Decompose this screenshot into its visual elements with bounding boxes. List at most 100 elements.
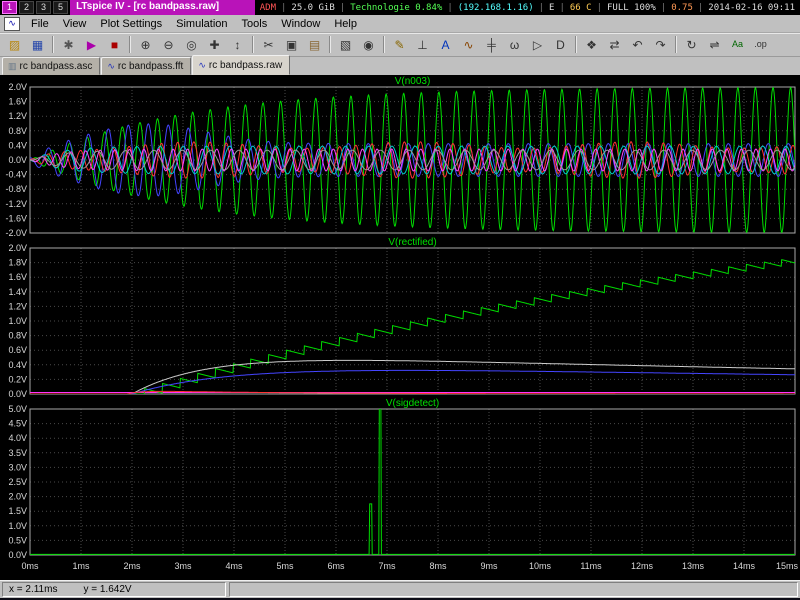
y-tick-label: 1.2V: [8, 111, 27, 121]
paste-button[interactable]: ▤: [303, 34, 326, 55]
trace-v-n003[interactable]: [30, 88, 795, 233]
menu-item-window[interactable]: Window: [274, 17, 327, 31]
zoom-back-button[interactable]: ⊖: [157, 34, 180, 55]
y-tick-label: 0.4V: [8, 360, 27, 370]
component-button[interactable]: D: [549, 34, 572, 55]
y-tick-label: 3.0V: [8, 462, 27, 472]
mirror-button[interactable]: ⇌: [703, 34, 726, 55]
status-separator: |: [559, 3, 564, 13]
menu-bar: ∿ FileViewPlot SettingsSimulationToolsWi…: [0, 15, 800, 33]
trace-trace-blue-envelope[interactable]: [30, 370, 795, 394]
menu-item-file[interactable]: File: [24, 17, 56, 31]
x-tick-label: 7ms: [378, 561, 396, 571]
y-tick-label: 0.6V: [8, 345, 27, 355]
spice-directive-button[interactable]: .op: [749, 34, 772, 55]
x-tick-label: 5ms: [276, 561, 294, 571]
waveform-plot-svg: 2.0V1.6V1.2V0.8V0.4V0.0V-0.4V-0.8V-1.2V-…: [0, 75, 800, 580]
system-status-area: ADM|25.0 GiB|Technologie 0.84%|(192.168.…: [255, 0, 800, 15]
trace-v-rectified[interactable]: [30, 260, 795, 394]
find-button[interactable]: ◉: [357, 34, 380, 55]
menu-item-view[interactable]: View: [56, 17, 94, 31]
halt-button[interactable]: ■: [103, 34, 126, 55]
label-button[interactable]: A: [434, 34, 457, 55]
trace-v-sigdetect[interactable]: [30, 409, 795, 554]
cursor-readout: x = 2.11ms y = 1.642V: [2, 582, 226, 597]
menu-item-tools[interactable]: Tools: [235, 17, 275, 31]
open-button[interactable]: ▨: [3, 34, 26, 55]
redo-button[interactable]: ↷: [649, 34, 672, 55]
pan-button[interactable]: ✚: [203, 34, 226, 55]
toolbar-separator: [129, 36, 131, 53]
status-full-100: FULL 100%: [607, 3, 656, 13]
ground-button[interactable]: ⊥: [411, 34, 434, 55]
run-button[interactable]: ▶: [80, 34, 103, 55]
status-separator: |: [447, 3, 452, 13]
x-tick-label: 4ms: [225, 561, 243, 571]
toolbar-separator: [52, 36, 54, 53]
tab-rc-bandpass-fft[interactable]: ∿rc bandpass.fft: [101, 57, 191, 75]
status-separator: |: [340, 3, 345, 13]
status-0-75: 0.75: [671, 3, 693, 13]
print-button[interactable]: ▧: [334, 34, 357, 55]
workspace-2[interactable]: 2: [19, 1, 34, 14]
y-tick-label: 1.0V: [8, 521, 27, 531]
status-adm: ADM: [260, 3, 276, 13]
pane-title[interactable]: V(n003): [395, 76, 431, 87]
copy-button[interactable]: ▣: [280, 34, 303, 55]
zoom-area-button[interactable]: ⊕: [134, 34, 157, 55]
pane-v-sigdetect[interactable]: 5.0V4.5V4.0V3.5V3.0V2.5V2.0V1.5V1.0V0.5V…: [8, 398, 795, 560]
x-tick-label: 11ms: [580, 561, 602, 571]
toolbar: ▨▦ ✱▶■ ⊕⊖◎✚↕ ✂▣▤ ▧◉ ✎⊥A∿╪ω▷D ❖⇄↶↷ ↻⇌Aa.op: [0, 33, 800, 57]
menu-item-simulation[interactable]: Simulation: [169, 17, 234, 31]
save-button[interactable]: ▦: [26, 34, 49, 55]
waveform-viewer[interactable]: 2.0V1.6V1.2V0.8V0.4V0.0V-0.4V-0.8V-1.2V-…: [0, 75, 800, 580]
ltspice-window: 1235 LTspice IV - [rc bandpass.raw] ADM|…: [0, 0, 800, 600]
undo-button[interactable]: ↶: [626, 34, 649, 55]
y-tick-label: -1.6V: [5, 213, 27, 223]
y-tick-label: 0.5V: [8, 535, 27, 545]
control-panel-button[interactable]: ✱: [57, 34, 80, 55]
y-tick-label: 1.8V: [8, 258, 27, 268]
waveform-icon: ∿: [107, 61, 115, 72]
tab-rc-bandpass-raw[interactable]: ∿rc bandpass.raw: [192, 55, 290, 75]
pane-v-n003[interactable]: 2.0V1.6V1.2V0.8V0.4V0.0V-0.4V-0.8V-1.2V-…: [5, 76, 795, 238]
status-e: E: [549, 3, 554, 13]
y-tick-label: 1.6V: [8, 97, 27, 107]
pane-v-rectified[interactable]: 2.0V1.8V1.6V1.4V1.2V1.0V0.8V0.6V0.4V0.2V…: [8, 237, 795, 399]
capacitor-button[interactable]: ╪: [480, 34, 503, 55]
move-button[interactable]: ❖: [580, 34, 603, 55]
workspace-5[interactable]: 5: [53, 1, 68, 14]
diode-button[interactable]: ▷: [526, 34, 549, 55]
tab-label: rc bandpass.fft: [118, 61, 183, 72]
menu-item-plot-settings[interactable]: Plot Settings: [93, 17, 169, 31]
x-tick-label: 12ms: [631, 561, 654, 571]
menu-item-help[interactable]: Help: [327, 17, 364, 31]
y-tick-label: 2.0V: [8, 82, 27, 92]
workspace-1[interactable]: 1: [2, 1, 17, 14]
schematic-icon: ▥: [8, 61, 17, 72]
x-tick-label: 13ms: [682, 561, 705, 571]
tab-bar: ▥rc bandpass.asc∿rc bandpass.fft∿rc band…: [0, 57, 800, 75]
drag-button[interactable]: ⇄: [603, 34, 626, 55]
autorange-y-button[interactable]: ↕: [226, 34, 249, 55]
workspace-3[interactable]: 3: [36, 1, 51, 14]
wire-button[interactable]: ✎: [388, 34, 411, 55]
status-separator: |: [698, 3, 703, 13]
pane-title[interactable]: V(sigdetect): [386, 398, 439, 409]
cut-button[interactable]: ✂: [257, 34, 280, 55]
x-tick-label: 3ms: [174, 561, 192, 571]
y-tick-label: 4.5V: [8, 419, 27, 429]
zoom-extents-button[interactable]: ◎: [180, 34, 203, 55]
toolbar-separator: [252, 36, 254, 53]
resistor-button[interactable]: ∿: [457, 34, 480, 55]
y-tick-label: 2.0V: [8, 243, 27, 253]
inductor-button[interactable]: ω: [503, 34, 526, 55]
x-tick-label: 10ms: [529, 561, 552, 571]
rotate-button[interactable]: ↻: [680, 34, 703, 55]
y-tick-label: 0.8V: [8, 331, 27, 341]
tab-rc-bandpass-asc[interactable]: ▥rc bandpass.asc: [2, 57, 100, 75]
y-tick-label: -1.2V: [5, 199, 27, 209]
status-bar-filler: [229, 582, 798, 597]
text-tool-button[interactable]: Aa: [726, 34, 749, 55]
pane-title[interactable]: V(rectified): [388, 237, 436, 248]
